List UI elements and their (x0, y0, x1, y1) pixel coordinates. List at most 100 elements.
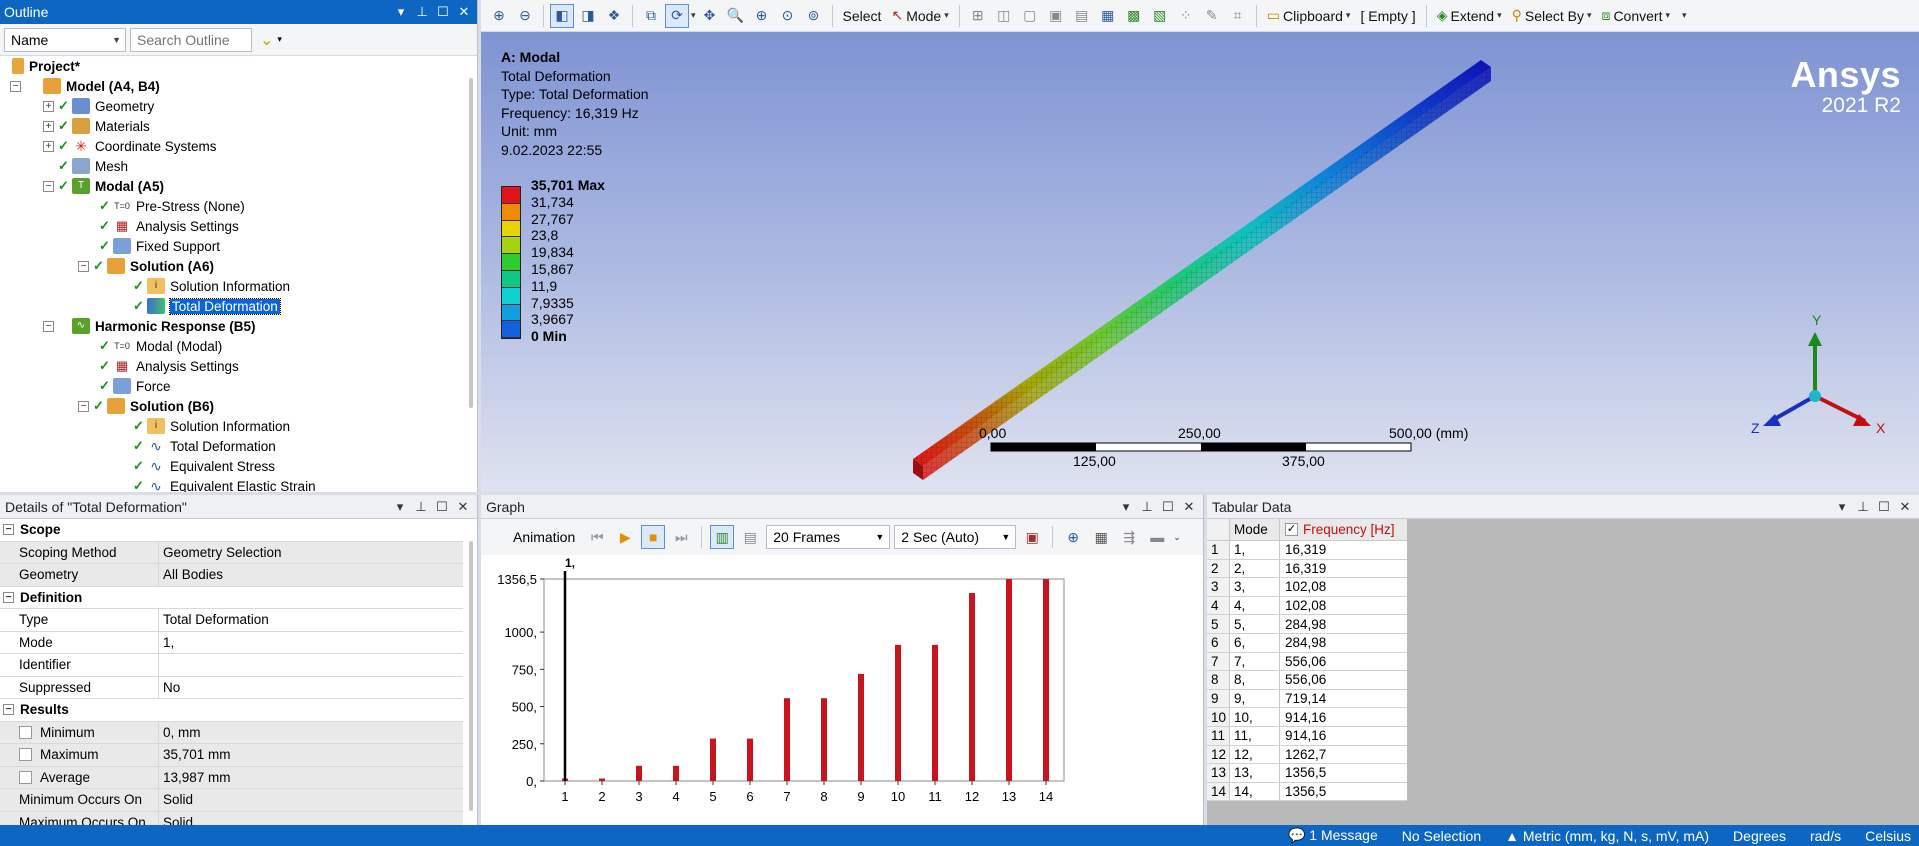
pin-icon[interactable]: ⊥ (413, 3, 431, 21)
pin-icon[interactable]: ⊥ (412, 498, 430, 516)
box-select-icon[interactable]: ⧉ (639, 4, 663, 28)
stop-icon[interactable]: ■ (641, 525, 666, 549)
zoom-graph-icon[interactable]: ⊕ (1061, 525, 1085, 549)
details-group-scope[interactable]: − Scope (0, 519, 463, 542)
row-value[interactable]: Total Deformation (159, 609, 463, 631)
tree-item[interactable]: ✓ i Solution Information (0, 276, 463, 296)
duration-select[interactable]: 2 Sec (Auto) ▼ (894, 525, 1017, 549)
collapse-icon[interactable]: − (3, 591, 14, 603)
select-by-button[interactable]: ⚲ Select By ▾ (1508, 7, 1596, 24)
export-video-icon[interactable]: ▣ (1020, 525, 1044, 549)
toolbar-overflow-icon[interactable]: ⌄ (1173, 532, 1181, 543)
select-graph-icon[interactable]: ⇶ (1117, 525, 1141, 549)
table-row[interactable]: 4 4, 102,08 (1207, 596, 1407, 616)
table-row[interactable]: 5 5, 284,98 (1207, 615, 1407, 634)
zoom-icon[interactable]: ⊖ (513, 4, 537, 28)
tree-item[interactable]: ✓ ▦ Analysis Settings (0, 356, 463, 376)
close-icon[interactable]: ✕ (455, 3, 473, 21)
rotate-icon[interactable]: ⟳ (665, 3, 689, 28)
tree-item[interactable]: ✓ Mesh (0, 156, 463, 176)
outline-scrollbar[interactable] (469, 78, 473, 408)
tree-item[interactable]: − ✓ T Modal (A5) (0, 176, 463, 196)
tree-item[interactable]: ✓ T=0 Pre-Stress (None) (0, 196, 463, 216)
collapse-icon[interactable]: − (10, 80, 21, 92)
frequency-bar-chart[interactable]: 0,250,500,750,1000,1356,51 2 3 4 5 6 7 8 9 10 11 12… (481, 555, 1204, 825)
row-value[interactable]: All Bodies (159, 564, 463, 586)
maximize-icon[interactable]: ☐ (1159, 498, 1177, 516)
grid-toggle-icon[interactable]: ▦ (1089, 525, 1113, 549)
tree-item[interactable]: + ✓ Geometry (0, 96, 463, 116)
collapse-icon[interactable]: − (3, 524, 14, 536)
select-mesh-icon[interactable]: ▩ (1122, 4, 1146, 28)
collapse-icon[interactable]: − (43, 180, 54, 192)
zoom-box-icon[interactable]: ⊕ (750, 4, 774, 28)
table-row[interactable]: 6 6, 284,98 (1207, 633, 1407, 653)
table-row[interactable]: 12 12, 1262,7 (1207, 745, 1407, 765)
clipboard-button[interactable]: ▭ Clipboard ▾ (1263, 7, 1355, 24)
table-row[interactable]: 2 2, 16,319 (1207, 559, 1407, 579)
select-body-icon[interactable]: ▣ (1044, 4, 1068, 28)
details-group-definition[interactable]: − Definition (0, 586, 463, 609)
angle-units[interactable]: Degrees (1733, 828, 1786, 844)
dropdown-icon[interactable]: ▾ (1117, 498, 1135, 516)
details-row[interactable]: Type Total Deformation (0, 609, 463, 632)
select-face-icon[interactable]: ▢ (1018, 4, 1042, 28)
select-mesh-face-icon[interactable]: ▧ (1148, 4, 1172, 28)
expand-icon[interactable]: + (43, 100, 54, 112)
tree-item[interactable]: + ✓ ✳ Coordinate Systems (0, 136, 463, 156)
parameter-checkbox[interactable] (19, 725, 32, 739)
row-value[interactable]: No (159, 677, 463, 699)
tree-item[interactable]: Project* (0, 56, 463, 76)
pin-icon[interactable]: ⊥ (1854, 498, 1872, 516)
details-row[interactable]: Maximum 35,701 mm (0, 744, 463, 767)
row-value[interactable] (159, 654, 463, 676)
select-edge-icon[interactable]: ◫ (992, 4, 1016, 28)
details-row[interactable]: Suppressed No (0, 676, 463, 699)
close-icon[interactable]: ✕ (454, 498, 472, 516)
collapse-icon[interactable]: − (43, 320, 54, 332)
table-row[interactable]: 8 8, 556,06 (1207, 671, 1407, 690)
graphics-viewport[interactable]: A: Modal Total Deformation Type: Total D… (481, 32, 1919, 492)
play-icon[interactable]: ▶ (613, 525, 637, 549)
distributed-frames-icon[interactable]: ▥ (710, 525, 735, 549)
extend-button[interactable]: ◈ Extend ▾ (1433, 7, 1506, 24)
details-row[interactable]: Identifier (0, 654, 463, 677)
pin-icon[interactable]: ⊥ (1138, 498, 1156, 516)
details-row[interactable]: Mode 1, (0, 631, 463, 654)
edge-view-icon[interactable]: ❖ (602, 4, 626, 28)
tree-item[interactable]: ✓ Force (0, 376, 463, 396)
details-scrollbar[interactable] (469, 541, 473, 811)
dropdown-icon[interactable]: ▾ (391, 498, 409, 516)
table-row[interactable]: 11 11, 914,16 (1207, 726, 1407, 746)
next-frame-icon[interactable]: ⏭ (669, 525, 693, 549)
maximize-icon[interactable]: ☐ (433, 498, 451, 516)
result-sets-icon[interactable]: ▤ (738, 525, 762, 549)
rate-units[interactable]: rad/s (1810, 828, 1841, 844)
table-row[interactable]: 10 10, 914,16 (1207, 708, 1407, 727)
maximize-icon[interactable]: ☐ (434, 3, 452, 21)
table-row[interactable]: 1 1, 16,319 (1207, 541, 1407, 560)
tree-item[interactable]: ✓ i Solution Information (0, 416, 463, 436)
select-points-icon[interactable]: ⁘ (1174, 4, 1198, 28)
units-selector[interactable]: ▲ Metric (mm, kg, N, s, mV, mA) (1505, 828, 1709, 844)
outline-filter-select[interactable]: Name ▼ (4, 27, 126, 52)
tree-item[interactable]: ✓ ▦ Analysis Settings (0, 216, 463, 236)
table-row[interactable]: 13 13, 1356,5 (1207, 764, 1407, 783)
details-row[interactable]: Maximum Occurs On Solid (0, 811, 463, 825)
dropdown-icon[interactable]: ▾ (392, 3, 410, 21)
toolbar-overflow-icon[interactable]: ▾ (1682, 10, 1687, 21)
row-value[interactable]: 1, (159, 632, 463, 654)
tree-item[interactable]: − Model (A4, B4) (0, 76, 463, 96)
beam-model[interactable] (481, 32, 1919, 492)
filter-chevron-icon[interactable]: ⌄ (260, 30, 273, 50)
tree-item[interactable]: ✓ T=0 Modal (Modal) (0, 336, 463, 356)
wireframe-view-icon[interactable]: ◨ (576, 4, 600, 28)
tree-item[interactable]: ✓ Total Deformation (0, 296, 463, 316)
tree-item[interactable]: + ✓ Materials (0, 116, 463, 136)
table-row[interactable]: 9 9, 719,14 (1207, 689, 1407, 709)
label-icon[interactable]: ✎ (1200, 4, 1224, 28)
outline-search-input[interactable] (130, 27, 252, 52)
axis-triad[interactable] (1763, 332, 1871, 426)
expand-icon[interactable]: + (43, 120, 54, 132)
collapse-icon[interactable]: − (3, 704, 14, 716)
